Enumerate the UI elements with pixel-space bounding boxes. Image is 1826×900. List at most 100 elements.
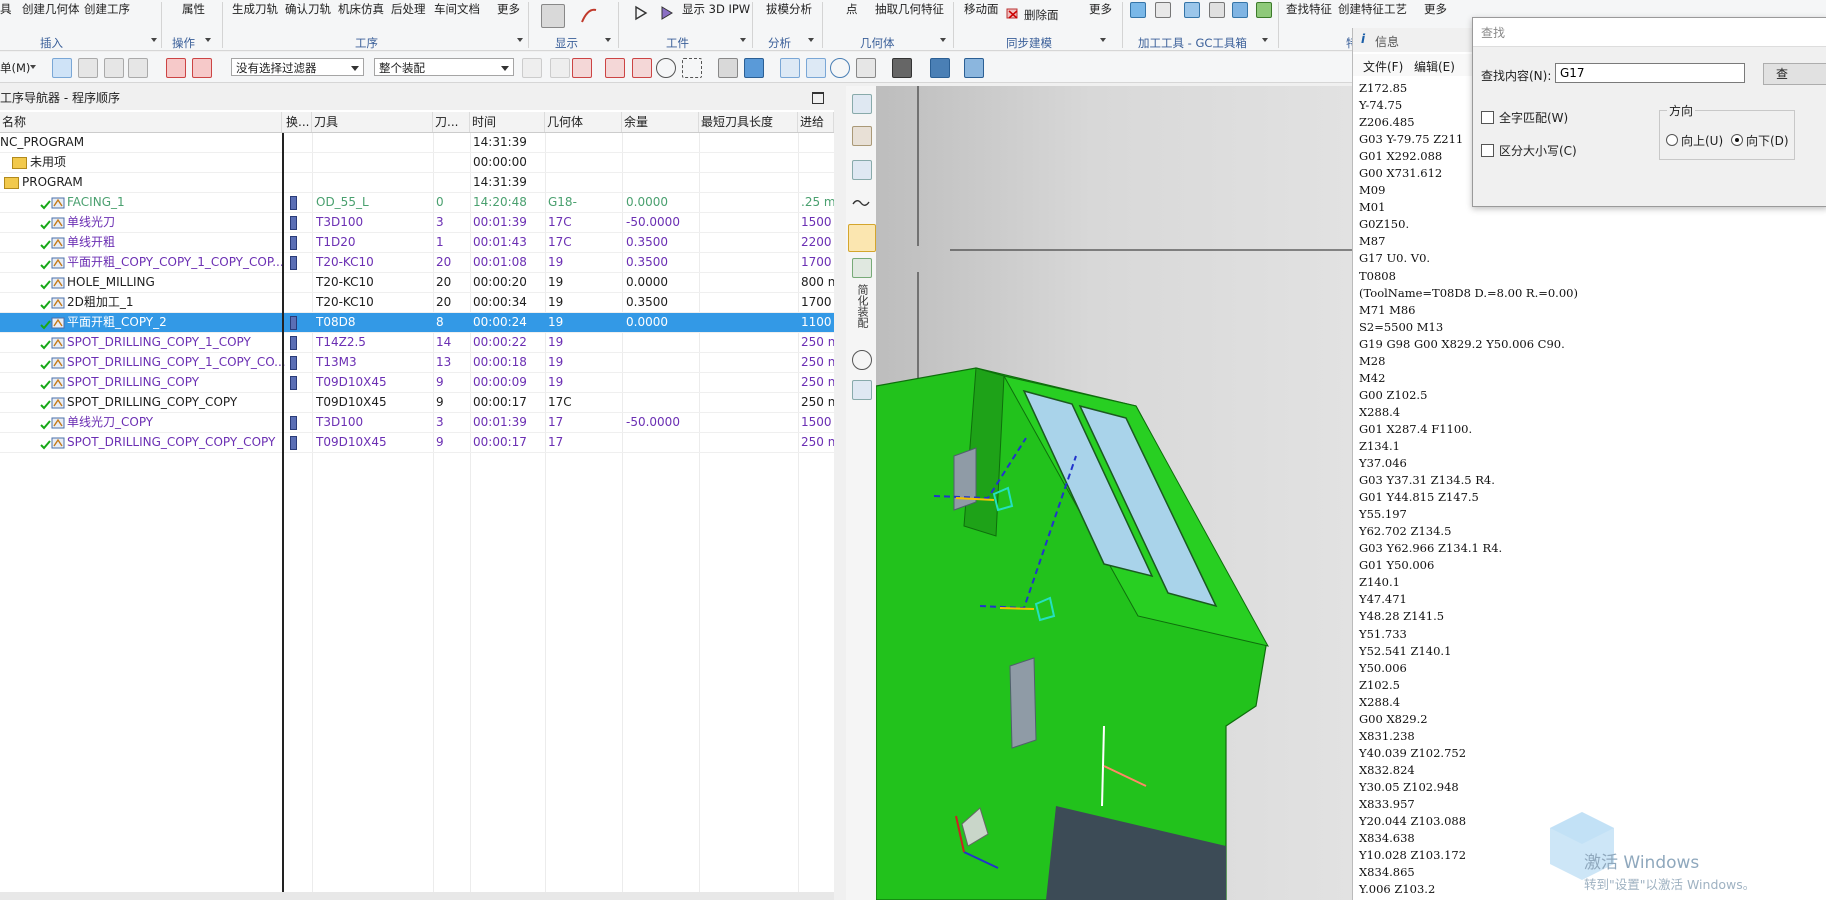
select-mode-alt-icon[interactable] xyxy=(78,58,98,78)
gc-tool-icon-2[interactable] xyxy=(1155,2,1171,18)
midpoint-icon[interactable] xyxy=(632,58,652,78)
select-filter-icon[interactable] xyxy=(166,58,186,78)
ribbon-create-feature-process[interactable]: 创建特征工艺 xyxy=(1338,1,1407,17)
circle-icon[interactable] xyxy=(656,58,676,78)
history-icon[interactable] xyxy=(852,350,872,370)
ribbon-properties[interactable]: 属性 xyxy=(182,1,205,17)
menu-file[interactable]: 文件(F) xyxy=(1363,58,1403,75)
menu-button[interactable]: 单(M) xyxy=(0,60,30,76)
play-icon[interactable] xyxy=(632,4,654,26)
ribbon-more-2[interactable]: 更多 xyxy=(1089,1,1112,17)
simplified-assembly-label[interactable]: 简化装配 xyxy=(854,284,869,328)
render-style-icon[interactable] xyxy=(892,58,912,78)
pan-icon[interactable] xyxy=(856,58,876,78)
col-min-tool-length[interactable]: 最短刀具长度 xyxy=(699,112,798,132)
col-feed[interactable]: 进给 xyxy=(798,112,834,132)
rotate-icon[interactable] xyxy=(830,58,850,78)
path-curve-icon[interactable] xyxy=(578,4,600,26)
operation-nav-icon[interactable] xyxy=(848,224,876,252)
ribbon-create-geometry[interactable]: 创建几何体 xyxy=(22,1,80,17)
col-stock[interactable]: 余量 xyxy=(622,112,699,132)
menu-edit[interactable]: 编辑(E) xyxy=(1414,58,1455,75)
ribbon-show-3d-ipw[interactable]: 显示 3D IPW xyxy=(682,1,750,17)
ribbon-delete-face[interactable]: 删除面 xyxy=(1024,7,1059,23)
select-mode-icon[interactable] xyxy=(52,58,72,78)
ribbon-create-operation[interactable]: 创建工序 xyxy=(84,1,130,17)
col-time[interactable]: 时间 xyxy=(470,112,545,132)
endpoint-icon[interactable] xyxy=(605,58,625,78)
type-filter-select[interactable]: 没有选择过滤器 xyxy=(231,58,364,76)
maximize-icon[interactable] xyxy=(812,92,824,104)
gc-tool-icon-1[interactable] xyxy=(1130,2,1146,18)
table-row[interactable]: SPOT_DRILLING_COPY_1_COPY_CO... T13M3 13 00… xyxy=(0,353,834,373)
view-icon[interactable] xyxy=(718,58,738,78)
roles-icon[interactable] xyxy=(852,380,872,400)
table-row[interactable]: 平面开粗_COPY_2 T08D8 8 00:00:24 19 0.0000 1100 xyxy=(0,313,834,333)
table-row[interactable]: FACING_1 OD_55_L 0 14:20:48 G18- 0.0000 .25 m xyxy=(0,193,834,213)
table-row[interactable]: 未用项 00:00:00 xyxy=(0,153,834,173)
chevron-down-icon[interactable] xyxy=(1100,38,1106,42)
chevron-down-icon[interactable] xyxy=(30,65,36,69)
table-row[interactable]: SPOT_DRILLING_COPY_1_COPY T14Z2.5 14 00:00:… xyxy=(0,333,834,353)
chevron-down-icon[interactable] xyxy=(808,38,814,42)
ribbon-point[interactable]: 点 xyxy=(846,1,858,17)
chevron-down-icon[interactable] xyxy=(605,38,611,42)
table-row[interactable]: NC_PROGRAM 14:31:39 xyxy=(0,133,834,153)
ribbon-machine-sim[interactable]: 机床仿真 xyxy=(338,1,384,17)
ribbon-find-feature[interactable]: 查找特征 xyxy=(1286,1,1332,17)
col-geometry[interactable]: 几何体 xyxy=(545,112,622,132)
table-row[interactable]: SPOT_DRILLING_COPY_COPY T09D10X45 9 00:00:1… xyxy=(0,393,834,413)
select-list-icon[interactable] xyxy=(104,58,124,78)
constraint-nav-icon[interactable] xyxy=(852,126,872,146)
snap-icon[interactable] xyxy=(522,58,542,78)
ribbon-verify-path[interactable]: 确认刀轨 xyxy=(285,1,331,17)
graphics-window[interactable] xyxy=(876,86,1356,900)
chevron-down-icon[interactable] xyxy=(151,38,157,42)
ribbon-extract-geometry[interactable]: 抽取几何特征 xyxy=(875,1,944,17)
table-row[interactable]: 单线光刀_COPY T3D100 3 00:01:39 17 -50.0000 1500 xyxy=(0,413,834,433)
ribbon-more-3[interactable]: 更多 xyxy=(1424,1,1447,17)
wave-icon[interactable] xyxy=(852,194,870,212)
assembly-scope-select[interactable]: 整个装配 xyxy=(374,58,514,76)
chevron-down-icon[interactable] xyxy=(1262,38,1268,42)
orient-view-icon[interactable] xyxy=(930,58,950,78)
direction-down-radio[interactable] xyxy=(1731,134,1743,146)
shaded-view-icon[interactable] xyxy=(744,58,764,78)
ribbon-more-1[interactable]: 更多 xyxy=(497,1,520,17)
table-row[interactable]: 平面开粗_COPY_COPY_1_COPY_COP... T20-KC10 20 00… xyxy=(0,253,834,273)
chevron-down-icon[interactable] xyxy=(940,38,946,42)
select-list2-icon[interactable] xyxy=(128,58,148,78)
ribbon-shop-doc[interactable]: 车间文档 xyxy=(434,1,480,17)
col-name[interactable]: 名称 xyxy=(0,112,282,132)
select-filter2-icon[interactable] xyxy=(192,58,212,78)
find-next-button[interactable]: 查 xyxy=(1763,63,1826,85)
chevron-down-icon[interactable] xyxy=(517,38,523,42)
ribbon-generate-path[interactable]: 生成刀轨 xyxy=(232,1,278,17)
point-icon[interactable] xyxy=(572,58,592,78)
col-tool-number[interactable]: 刀... xyxy=(433,112,470,132)
gc-tool-icon-3[interactable] xyxy=(1184,2,1200,18)
display-mode-icon[interactable] xyxy=(964,58,984,78)
gc-tool-icon-4[interactable] xyxy=(1209,2,1225,18)
table-row[interactable]: PROGRAM 14:31:39 xyxy=(0,173,834,193)
find-input[interactable] xyxy=(1555,63,1745,83)
ribbon-item-tool[interactable]: 具 xyxy=(0,1,12,17)
ipw-icon[interactable] xyxy=(541,4,565,28)
chevron-down-icon[interactable] xyxy=(740,38,746,42)
part-nav-icon[interactable] xyxy=(852,160,872,180)
chevron-down-icon[interactable] xyxy=(205,38,211,42)
table-row[interactable]: SPOT_DRILLING_COPY T09D10X45 9 00:00:09 19 25… xyxy=(0,373,834,393)
table-row[interactable]: HOLE_MILLING T20-KC10 20 00:00:20 19 0.0000 80… xyxy=(0,273,834,293)
ribbon-draft-analysis[interactable]: 拔模分析 xyxy=(766,1,812,17)
zoom-icon[interactable] xyxy=(806,58,826,78)
machine-tool-icon[interactable] xyxy=(852,258,872,278)
play-alt-icon[interactable] xyxy=(658,4,680,26)
horizontal-scrollbar[interactable] xyxy=(0,892,834,900)
snap2-icon[interactable] xyxy=(550,58,570,78)
assembly-nav-icon[interactable] xyxy=(852,94,872,114)
fit-icon[interactable] xyxy=(780,58,800,78)
gc-tool-icon-5[interactable] xyxy=(1232,2,1248,18)
ribbon-postprocess[interactable]: 后处理 xyxy=(391,1,426,17)
table-row[interactable]: 单线开粗 T1D20 1 00:01:43 17C 0.3500 2200 xyxy=(0,233,834,253)
table-row[interactable]: 2D粗加工_1 T20-KC10 20 00:00:34 19 0.3500 1700 xyxy=(0,293,834,313)
